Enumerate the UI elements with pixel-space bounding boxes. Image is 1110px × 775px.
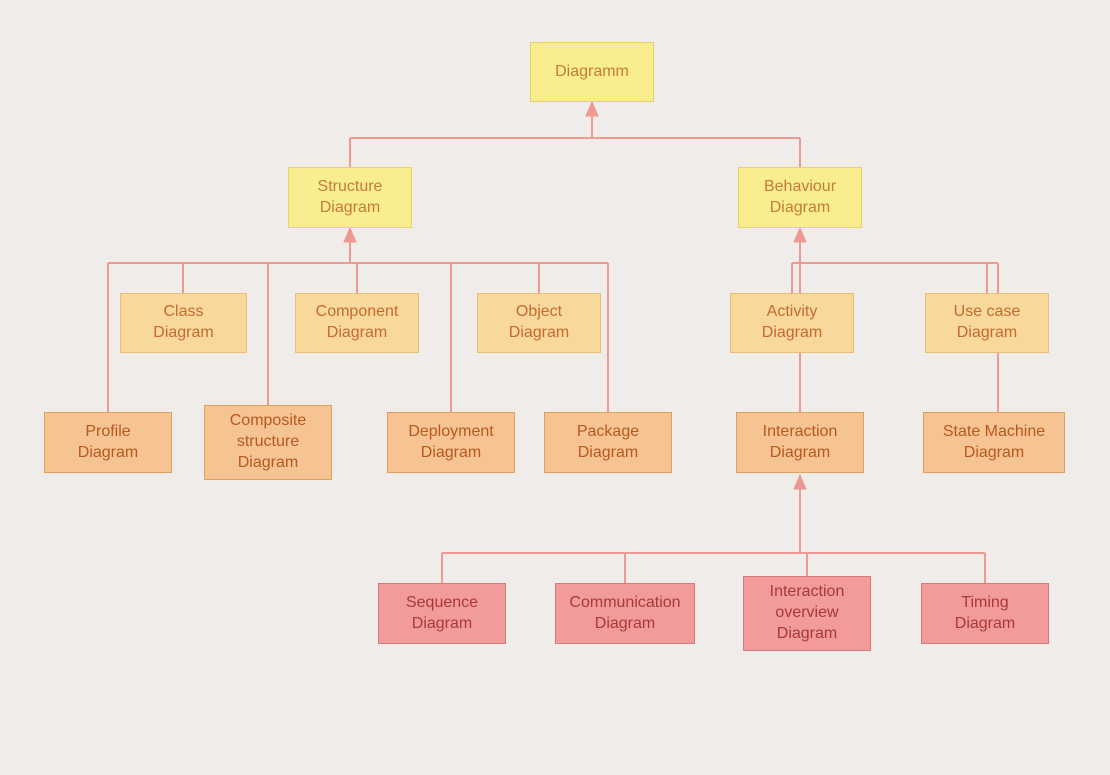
- node-structure-diagram: StructureDiagram: [288, 167, 412, 228]
- node-activity-diagram: ActivityDiagram: [730, 293, 854, 353]
- node-object-diagram: ObjectDiagram: [477, 293, 601, 353]
- node-sequence-diagram: SequenceDiagram: [378, 583, 506, 644]
- node-label: DeploymentDiagram: [408, 422, 493, 464]
- node-label: ObjectDiagram: [509, 302, 569, 344]
- node-diagramm: Diagramm: [530, 42, 654, 102]
- node-label: CompositestructureDiagram: [230, 411, 306, 473]
- node-behaviour-diagram: BehaviourDiagram: [738, 167, 862, 228]
- node-label: Diagramm: [555, 62, 629, 83]
- node-label: CommunicationDiagram: [569, 593, 680, 635]
- node-label: ComponentDiagram: [316, 302, 399, 344]
- connector-lines: [0, 0, 1110, 775]
- node-communication-diagram: CommunicationDiagram: [555, 583, 695, 644]
- node-composite-structure-diagram: CompositestructureDiagram: [204, 405, 332, 480]
- node-component-diagram: ComponentDiagram: [295, 293, 419, 353]
- node-interaction-overview-diagram: InteractionoverviewDiagram: [743, 576, 871, 651]
- node-usecase-diagram: Use caseDiagram: [925, 293, 1049, 353]
- node-label: ActivityDiagram: [762, 302, 822, 344]
- node-label: TimingDiagram: [955, 593, 1015, 635]
- node-label: ProfileDiagram: [78, 422, 138, 464]
- node-label: SequenceDiagram: [406, 593, 478, 635]
- node-label: State MachineDiagram: [943, 422, 1045, 464]
- node-class-diagram: ClassDiagram: [120, 293, 247, 353]
- node-label: StructureDiagram: [318, 177, 383, 219]
- node-label: InteractionDiagram: [763, 422, 838, 464]
- node-timing-diagram: TimingDiagram: [921, 583, 1049, 644]
- node-label: BehaviourDiagram: [764, 177, 836, 219]
- node-state-machine-diagram: State MachineDiagram: [923, 412, 1065, 473]
- node-package-diagram: PackageDiagram: [544, 412, 672, 473]
- node-interaction-diagram: InteractionDiagram: [736, 412, 864, 473]
- node-label: InteractionoverviewDiagram: [770, 582, 845, 644]
- node-label: Use caseDiagram: [954, 302, 1021, 344]
- node-deployment-diagram: DeploymentDiagram: [387, 412, 515, 473]
- node-profile-diagram: ProfileDiagram: [44, 412, 172, 473]
- node-label: ClassDiagram: [153, 302, 213, 344]
- node-label: PackageDiagram: [577, 422, 639, 464]
